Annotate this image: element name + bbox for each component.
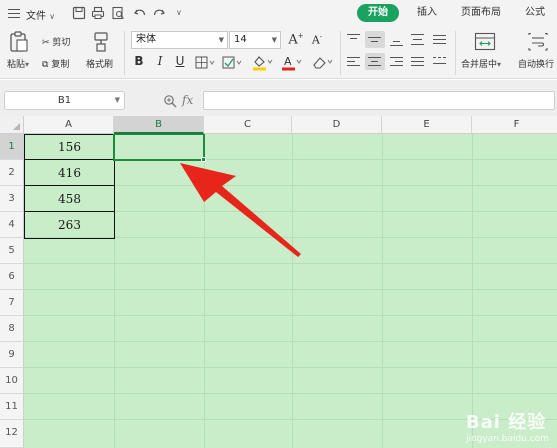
merge-center-button[interactable]: 合并居中▾ [461,57,501,70]
column-header-d[interactable]: D [292,116,382,134]
tab-formulas[interactable]: 公式 [518,4,552,22]
wrap-text-label[interactable]: 自动换行 [518,57,554,70]
format-painter-label[interactable]: 格式刷 [86,57,113,70]
row-header-4[interactable]: 4 [0,212,24,238]
paste-label: 粘贴 [7,60,26,70]
paste-icon[interactable] [9,31,29,53]
ribbon-divider [455,31,456,75]
align-right-icon[interactable] [389,55,405,69]
scissors-icon: ✂ [42,38,50,48]
row-header-7[interactable]: 7 [0,290,24,316]
zoom-icon[interactable] [163,94,177,108]
ribbon-divider [124,31,125,75]
name-box[interactable]: B1 ▼ [4,91,125,110]
watermark-subtext: jingyan.baidu.com [465,434,549,444]
chevron-down-icon: ▼ [218,36,224,44]
fill-color-icon[interactable] [252,55,274,71]
tab-insert[interactable]: 插入 [410,4,444,22]
undo-icon[interactable] [133,6,147,20]
watermark-text: Bai 经验 [465,412,547,433]
column-header-a[interactable]: A [24,116,114,134]
file-menu[interactable]: 文件 ∨ [26,7,55,22]
underline-icon[interactable]: U [172,54,188,68]
distributed-align-icon[interactable] [432,55,448,69]
font-size-select[interactable]: 14 ▼ [229,31,281,49]
copy-button[interactable]: ⧉ 复制 [42,57,69,70]
row-header-10[interactable]: 10 [0,368,24,394]
increase-font-size-icon[interactable]: A+ [288,32,304,47]
paste-button[interactable]: 粘贴▾ [7,57,29,70]
font-name-value: 宋体 [136,34,156,45]
menu-bar: 文件 ∨ ∨ 开始 插入 页面布局 公式 [0,0,557,27]
fx-icon[interactable]: fx [182,93,193,107]
align-middle-icon[interactable] [365,31,385,48]
print-preview-icon[interactable] [111,6,125,20]
ribbon-toolbar: 粘贴▾ ✂ 剪切 ⧉ 复制 格式刷 宋体 ▼ 14 ▼ A+ A- B I U … [0,27,557,79]
file-menu-label: 文件 [26,11,46,22]
customize-toolbar-chevron-icon[interactable]: ∨ [176,8,182,17]
row-header-9[interactable]: 9 [0,342,24,368]
decrease-font-size-icon[interactable]: A- [309,33,325,47]
select-all-corner[interactable] [0,116,24,134]
row-header-12[interactable]: 12 [0,420,24,448]
font-size-value: 14 [234,34,247,45]
merge-dropdown-icon: ▾ [497,60,502,69]
align-bottom-icon[interactable] [389,33,405,47]
copy-label: 复制 [51,60,70,70]
italic-icon[interactable]: I [152,54,168,68]
row-header-6[interactable]: 6 [0,264,24,290]
align-top-icon[interactable] [346,33,362,47]
red-arrow-annotation [180,163,301,257]
save-icon[interactable] [72,6,86,20]
copy-icon: ⧉ [42,60,49,70]
chevron-down-icon: ▼ [114,96,120,104]
print-icon[interactable] [91,6,105,20]
bold-icon[interactable]: B [131,54,147,68]
name-box-value: B1 [57,95,72,106]
top-and-bottom-align-icon[interactable] [410,33,426,47]
row-header-2[interactable]: 2 [0,160,24,186]
cut-button[interactable]: ✂ 剪切 [42,35,70,48]
row-header-3[interactable]: 3 [0,186,24,212]
column-header-c[interactable]: C [204,116,292,134]
align-center-icon[interactable] [365,53,385,70]
paste-dropdown-icon: ▾ [25,60,30,69]
column-header-f[interactable]: F [472,116,557,134]
chevron-down-icon: ∨ [49,12,56,21]
merge-center-label: 合并居中 [461,60,498,70]
tab-page-layout[interactable]: 页面布局 [455,4,507,22]
baidu-watermark: Bai 经验 jingyan.baidu.com [466,408,549,444]
column-header-e[interactable]: E [382,116,472,134]
row-header-11[interactable]: 11 [0,394,24,420]
formula-input[interactable] [203,91,555,110]
justify-icon[interactable] [410,55,426,69]
svg-text:A: A [284,55,292,68]
chevron-down-icon: ▼ [271,36,277,44]
wrap-text-icon[interactable] [527,32,549,52]
orientation-icon[interactable] [432,33,448,47]
row-header-5[interactable]: 5 [0,238,24,264]
font-color-icon[interactable]: A [281,55,303,71]
tab-home[interactable]: 开始 [357,4,399,22]
redo-icon[interactable] [152,6,166,20]
format-painter-icon[interactable] [92,31,110,53]
cell-style-icon[interactable] [222,56,244,70]
borders-icon[interactable] [195,56,217,70]
ribbon-divider [340,31,341,75]
formula-bar: B1 ▼ fx [0,80,557,116]
row-header-1[interactable]: 1 [0,134,24,160]
column-header-b[interactable]: B [114,116,204,134]
merge-center-icon[interactable] [474,32,496,52]
cell-grid[interactable]: 156 416 458 263 Bai 经验 jingyan.baidu.com [24,134,557,448]
align-left-icon[interactable] [346,55,362,69]
row-header-8[interactable]: 8 [0,316,24,342]
hamburger-menu-icon[interactable] [8,9,20,18]
cut-label: 剪切 [52,38,71,48]
clear-format-icon[interactable] [311,55,335,71]
spreadsheet-window: 文件 ∨ ∨ 开始 插入 页面布局 公式 粘贴▾ ✂ 剪切 ⧉ 复制 格式刷 宋… [0,0,557,448]
font-name-select[interactable]: 宋体 ▼ [131,31,228,49]
